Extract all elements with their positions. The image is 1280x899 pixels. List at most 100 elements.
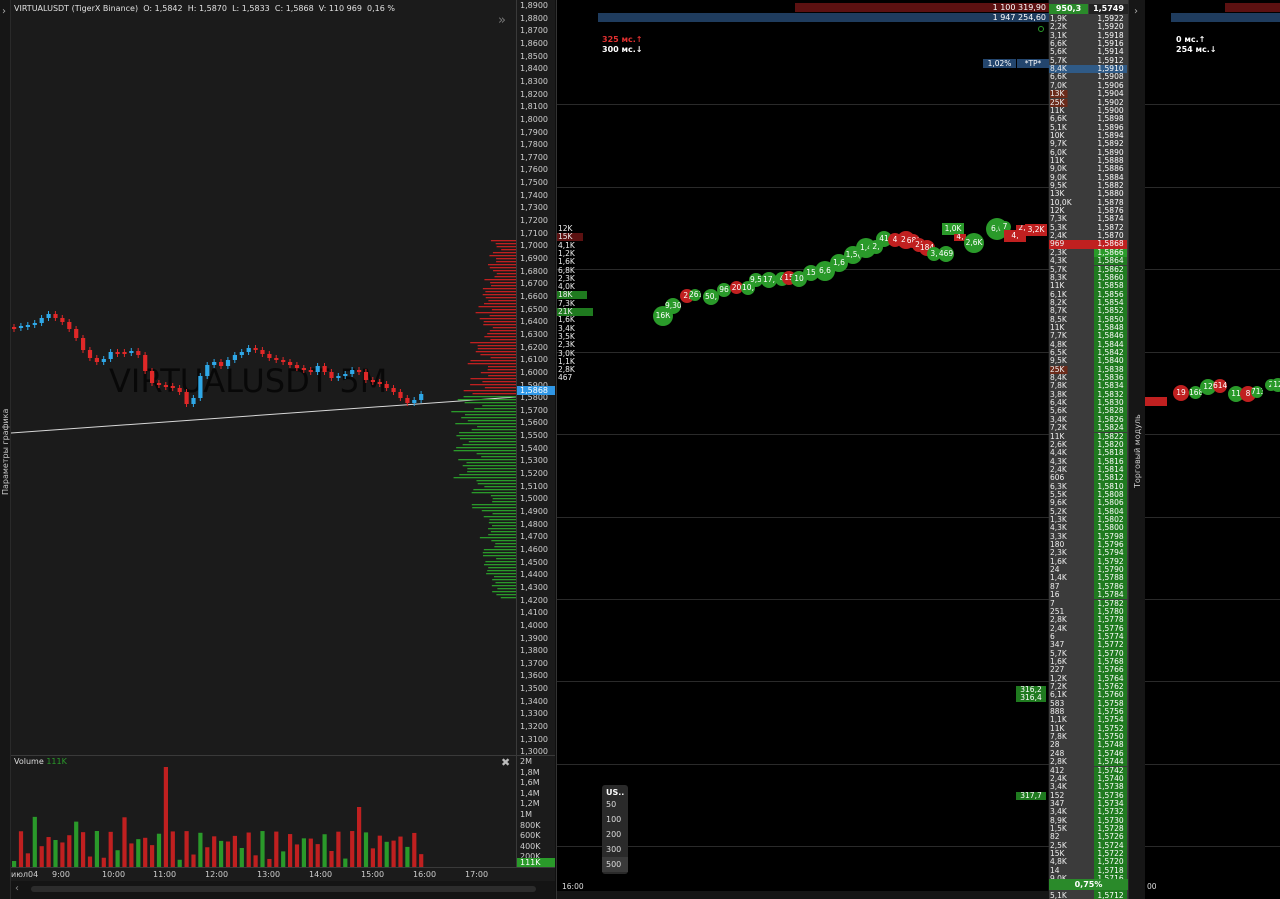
ladder-row[interactable]: 10K 1,5894 (1049, 132, 1127, 140)
ladder-row[interactable]: 5,1K 1,5712 (1049, 892, 1127, 899)
ladder-row[interactable]: 8,5K 1,5850 (1049, 316, 1127, 324)
tape-scrollbar[interactable] (557, 891, 1049, 899)
ladder-row[interactable]: 3,4K 1,5738 (1049, 783, 1127, 791)
ladder-row[interactable]: 14 1,5718 (1049, 867, 1127, 875)
ladder-row[interactable]: 11K 1,5900 (1049, 107, 1127, 115)
ladder-row[interactable]: 10,0K 1,5878 (1049, 199, 1127, 207)
ladder-row[interactable]: 4,4K 1,5818 (1049, 449, 1127, 457)
ladder-row[interactable]: 25K 1,5902 (1049, 99, 1127, 107)
ladder-row[interactable]: 25K 1,5838 (1049, 366, 1127, 374)
ladder-row[interactable]: 1,6K 1,5768 (1049, 658, 1127, 666)
ladder-row[interactable]: 2,3K 1,5794 (1049, 549, 1127, 557)
ladder-row[interactable]: 5,7K 1,5770 (1049, 650, 1127, 658)
ladder-row[interactable]: 4,8K 1,5844 (1049, 341, 1127, 349)
ladder-row[interactable]: 2,4K 1,5870 (1049, 232, 1127, 240)
ladder-row[interactable]: 7,0K 1,5906 (1049, 82, 1127, 90)
ladder-row[interactable]: 347 1,5734 (1049, 800, 1127, 808)
ladder-row[interactable]: 4,3K 1,5864 (1049, 257, 1127, 265)
ladder-row[interactable]: 6,5K 1,5842 (1049, 349, 1127, 357)
ladder-row[interactable]: 6,1K 1,5760 (1049, 691, 1127, 699)
ladder-row[interactable]: 9,5K 1,5840 (1049, 357, 1127, 365)
trading-module-toggle[interactable]: › Торговый модуль (1128, 0, 1145, 899)
ladder-row[interactable]: 1,4K 1,5788 (1049, 574, 1127, 582)
order-book-ladder[interactable]: 950,3 1,5749 1,9K 1,5922 2,2K 1,5920 3,1K 1,5… (1049, 0, 1128, 899)
ladder-row[interactable]: 11K 1,5848 (1049, 324, 1127, 332)
ladder-row[interactable]: 16 1,5784 (1049, 591, 1127, 599)
ladder-row[interactable]: 969 1,5868 (1049, 240, 1127, 248)
price-chart-panel[interactable]: VIRTUALUSDT (TigerX Binance) O: 1,5842 H… (11, 0, 516, 755)
ladder-row[interactable]: 11K 1,5858 (1049, 282, 1127, 290)
order-size-option[interactable]: 100 (602, 812, 628, 827)
ladder-row[interactable]: 5,6K 1,5828 (1049, 407, 1127, 415)
ladder-row[interactable]: 8,3K 1,5860 (1049, 274, 1127, 282)
ladder-row[interactable]: 1,6K 1,5792 (1049, 558, 1127, 566)
limit-order[interactable]: 317,7 (1016, 792, 1046, 800)
ladder-row[interactable]: 5,2K 1,5804 (1049, 508, 1127, 516)
ladder-row[interactable]: 2,6K 1,5820 (1049, 441, 1127, 449)
ladder-row[interactable]: 3,4K 1,5732 (1049, 808, 1127, 816)
ladder-row[interactable]: 82 1,5726 (1049, 833, 1127, 841)
ladder-row[interactable]: 2,8K 1,5778 (1049, 616, 1127, 624)
expand-chevron-icon[interactable]: › (2, 6, 6, 17)
ladder-row[interactable]: 8,4K 1,5836 (1049, 374, 1127, 382)
ladder-row[interactable]: 4,3K 1,5800 (1049, 524, 1127, 532)
ladder-row[interactable]: 8,7K 1,5852 (1049, 307, 1127, 315)
order-size-option[interactable]: 500 (602, 857, 628, 872)
ladder-row[interactable]: 2,4K 1,5740 (1049, 775, 1127, 783)
ladder-row[interactable]: 3,3K 1,5798 (1049, 533, 1127, 541)
ladder-row[interactable]: 347 1,5772 (1049, 641, 1127, 649)
ladder-row[interactable]: 5,1K 1,5896 (1049, 124, 1127, 132)
ladder-row[interactable]: 9,6K 1,5806 (1049, 499, 1127, 507)
volume-axis[interactable]: 2M1,8M1,6M1,4M1,2M1M800K600K400K200K0 11… (516, 755, 555, 867)
tape-panel[interactable]: 1 100 319,90 1 947 254,60 325 мс.↑ 300 м… (556, 0, 1048, 899)
ladder-row[interactable]: 5,6K 1,5914 (1049, 48, 1127, 56)
ladder-row[interactable]: 9,7K 1,5892 (1049, 140, 1127, 148)
ladder-row[interactable]: 28 1,5748 (1049, 741, 1127, 749)
ladder-row[interactable]: 3,1K 1,5918 (1049, 32, 1127, 40)
ladder-row[interactable]: 13K 1,5904 (1049, 90, 1127, 98)
ladder-row[interactable]: 6,3K 1,5810 (1049, 483, 1127, 491)
order-size-option[interactable]: 50 (602, 797, 628, 812)
trading-module-panel[interactable]: 0 мс.↑ 254 мс.↓ 1916812614118713212 00 (1145, 0, 1280, 899)
ladder-row[interactable]: 8,9K 1,5730 (1049, 817, 1127, 825)
ladder-row[interactable]: 4,3K 1,5816 (1049, 458, 1127, 466)
ladder-row[interactable]: 7,2K 1,5824 (1049, 424, 1127, 432)
ladder-row[interactable]: 7,8K 1,5750 (1049, 733, 1127, 741)
scroll-left-icon[interactable]: ‹ (15, 883, 19, 894)
time-axis[interactable]: июл04 9:00 10:00 11:00 12:00 13:00 14:00 15:00 1… (11, 867, 555, 881)
ladder-row[interactable]: 2,8K 1,5744 (1049, 758, 1127, 766)
ladder-row[interactable]: 5,7K 1,5862 (1049, 266, 1127, 274)
ladder-row[interactable]: 1,3K 1,5802 (1049, 516, 1127, 524)
limit-order[interactable]: 316,4 (1016, 694, 1046, 702)
ladder-row[interactable]: 6,0K 1,5890 (1049, 149, 1127, 157)
ladder-row[interactable]: 248 1,5746 (1049, 750, 1127, 758)
ladder-row[interactable]: 583 1,5758 (1049, 700, 1127, 708)
ladder-row[interactable]: 1,1K 1,5754 (1049, 716, 1127, 724)
ladder-row[interactable]: 6,6K 1,5908 (1049, 73, 1127, 81)
ladder-row[interactable]: 2,4K 1,5814 (1049, 466, 1127, 474)
ladder-row[interactable]: 888 1,5756 (1049, 708, 1127, 716)
ladder-row[interactable]: 7,3K 1,5874 (1049, 215, 1127, 223)
chart-settings-panel-toggle[interactable]: › Параметры графика (0, 0, 11, 899)
ladder-row[interactable]: 1,5K 1,5728 (1049, 825, 1127, 833)
ladder-row[interactable]: 5,7K 1,5912 (1049, 57, 1127, 65)
ladder-row[interactable]: 5,3K 1,5872 (1049, 224, 1127, 232)
ladder-row[interactable]: 87 1,5786 (1049, 583, 1127, 591)
order-size-selector[interactable]: US.. 50 100 200 300 500 (602, 785, 628, 874)
ladder-row[interactable]: 9,5K 1,5882 (1049, 182, 1127, 190)
ladder-row[interactable]: 2,3K 1,5866 (1049, 249, 1127, 257)
order-size-option[interactable]: 200 (602, 827, 628, 842)
ladder-row[interactable]: 4,8K 1,5720 (1049, 858, 1127, 866)
ladder-row[interactable]: 6,1K 1,5856 (1049, 291, 1127, 299)
ladder-row[interactable]: 7,7K 1,5846 (1049, 332, 1127, 340)
ladder-row[interactable]: 227 1,5766 (1049, 666, 1127, 674)
ladder-row[interactable]: 7 1,5782 (1049, 600, 1127, 608)
ladder-row[interactable]: 11K 1,5888 (1049, 157, 1127, 165)
ladder-row[interactable]: 13K 1,5880 (1049, 190, 1127, 198)
collapse-chevron-icon[interactable]: › (1134, 6, 1138, 17)
ladder-row[interactable]: 3,4K 1,5826 (1049, 416, 1127, 424)
ladder-row[interactable]: 8,2K 1,5854 (1049, 299, 1127, 307)
order-size-option[interactable]: 300 (602, 842, 628, 857)
ladder-row[interactable]: 6,4K 1,5830 (1049, 399, 1127, 407)
ladder-row[interactable]: 1,2K 1,5764 (1049, 675, 1127, 683)
